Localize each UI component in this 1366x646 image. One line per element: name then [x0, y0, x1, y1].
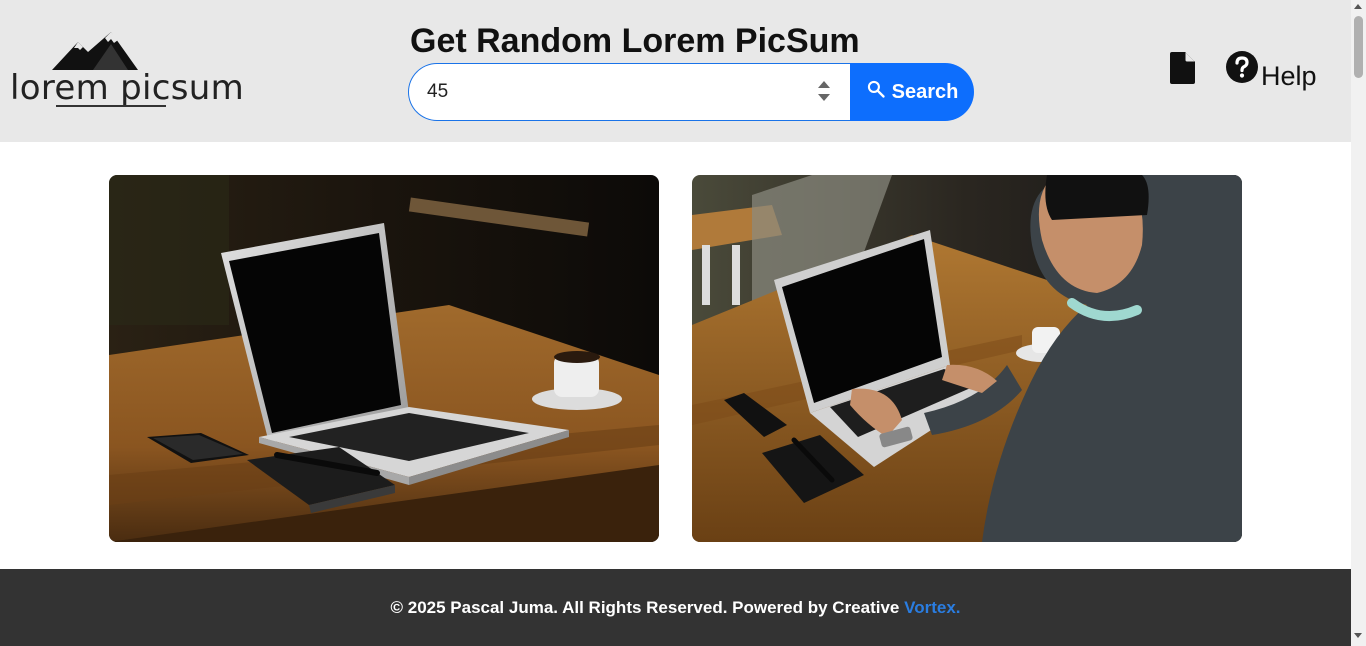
- page: lorem picsum Get Random Lorem PicSum Sea…: [0, 0, 1366, 646]
- search-input[interactable]: [408, 63, 851, 121]
- help-link[interactable]: Help: [1225, 50, 1317, 94]
- footer: © 2025 Pascal Juma. All Rights Reserved.…: [0, 569, 1351, 646]
- scroll-up-icon[interactable]: [1354, 4, 1362, 9]
- image-gallery: [109, 175, 1243, 542]
- help-circle-icon: [1226, 51, 1258, 83]
- footer-text: © 2025 Pascal Juma. All Rights Reserved.…: [390, 597, 905, 617]
- footer-vortex-link[interactable]: Vortex.: [904, 598, 960, 617]
- header: lorem picsum Get Random Lorem PicSum Sea…: [0, 0, 1351, 142]
- scroll-down-icon[interactable]: [1354, 633, 1362, 638]
- person-laptop-image: [692, 175, 1242, 542]
- footer-copyright: © 2025 Pascal Juma. All Rights Reserved.…: [390, 598, 960, 618]
- search-form: Search: [408, 63, 974, 121]
- search-button[interactable]: Search: [850, 63, 974, 121]
- document-icon[interactable]: [1170, 52, 1195, 84]
- search-button-label: Search: [891, 80, 959, 103]
- gallery-image-laptop-table[interactable]: [109, 175, 659, 542]
- logo[interactable]: lorem picsum: [8, 30, 244, 110]
- page-title: Get Random Lorem PicSum: [410, 22, 860, 60]
- help-label: Help: [1261, 61, 1317, 91]
- scroll-thumb[interactable]: [1354, 16, 1363, 78]
- search-icon: [867, 80, 885, 98]
- number-spinner[interactable]: [817, 80, 831, 104]
- gallery-image-person-laptop[interactable]: [692, 175, 1242, 542]
- logo-underline: [56, 105, 166, 107]
- spinner-down-icon[interactable]: [818, 94, 830, 101]
- laptop-table-image: [109, 175, 659, 542]
- page-scrollbar[interactable]: [1351, 0, 1366, 646]
- logo-text: lorem picsum: [10, 68, 245, 108]
- spinner-up-icon[interactable]: [818, 81, 830, 88]
